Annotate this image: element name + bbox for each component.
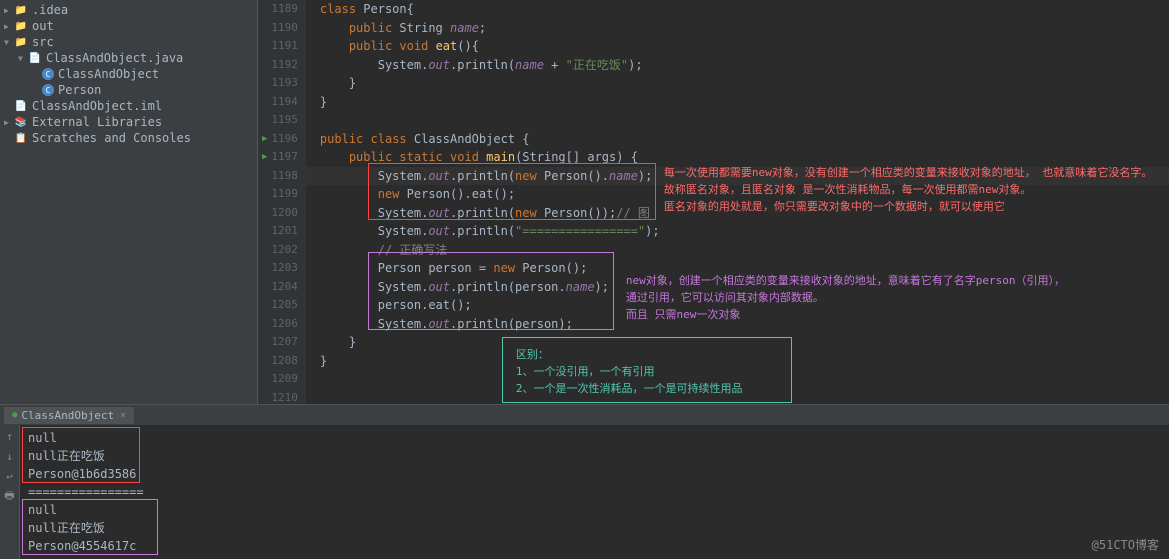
line-num: 1193 xyxy=(271,74,298,93)
line-num: 1207 xyxy=(271,333,298,352)
run-status-icon: ● xyxy=(12,410,17,420)
run-icon[interactable]: ▶ xyxy=(262,148,267,167)
wrap-icon[interactable]: ↩ xyxy=(3,469,17,483)
tree-class[interactable]: C ClassAndObject xyxy=(0,66,257,82)
console-line: null xyxy=(28,429,1161,447)
console-line: Person@1b6d3586 xyxy=(28,465,1161,483)
line-num: 1190 xyxy=(271,19,298,38)
panel-tabs: ● ClassAndObject × xyxy=(0,405,1169,425)
step-icon[interactable]: ↓ xyxy=(3,449,17,463)
line-gutter: 1189 1190 1191 1192 1193 1194 1195 ▶1196… xyxy=(258,0,306,404)
line-num: 1205 xyxy=(271,296,298,315)
step-icon[interactable]: ↑ xyxy=(3,429,17,443)
run-panel: ● ClassAndObject × ↑ ↓ ↩ 🖶 null null正在吃饭… xyxy=(0,404,1169,559)
line-num: 1199 xyxy=(271,185,298,204)
tree-file-java[interactable]: ▼ 📄 ClassAndObject.java xyxy=(0,50,257,66)
print-icon[interactable]: 🖶 xyxy=(3,489,17,503)
line-num: 1206 xyxy=(271,315,298,334)
line-num: 1209 xyxy=(271,370,298,389)
code-content[interactable]: class Person{ public String name; public… xyxy=(306,0,1169,404)
lib-icon: 📚 xyxy=(14,115,28,129)
watermark: @51CTO博客 xyxy=(1092,536,1159,553)
close-icon[interactable]: × xyxy=(120,410,126,421)
console-line: ================ xyxy=(28,483,1161,501)
tree-label: Person xyxy=(58,83,101,97)
tree-external-libs[interactable]: ▶ 📚 External Libraries xyxy=(0,114,257,130)
tree-label: out xyxy=(32,19,54,33)
tree-label: External Libraries xyxy=(32,115,162,129)
console-toolbar: ↑ ↓ ↩ 🖶 xyxy=(0,425,20,559)
java-file-icon: 📄 xyxy=(28,51,42,65)
line-num: 1201 xyxy=(271,222,298,241)
line-num: 1198 xyxy=(271,167,298,186)
code-editor[interactable]: 1189 1190 1191 1192 1193 1194 1195 ▶1196… xyxy=(258,0,1169,404)
panel-tab-label: ClassAndObject xyxy=(21,409,114,422)
line-num: 1191 xyxy=(271,37,298,56)
line-num: 1202 xyxy=(271,241,298,260)
line-num: 1192 xyxy=(271,56,298,75)
folder-icon: 📁 xyxy=(14,35,28,49)
tree-file-iml[interactable]: 📄 ClassAndObject.iml xyxy=(0,98,257,114)
tree-scratches[interactable]: 📋 Scratches and Consoles xyxy=(0,130,257,146)
tree-label: ClassAndObject xyxy=(58,67,159,81)
run-icon[interactable]: ▶ xyxy=(262,130,267,149)
line-num: 1197 xyxy=(271,148,298,167)
chevron-down-icon: ▼ xyxy=(18,54,28,63)
tree-folder-idea[interactable]: ▶ 📁 .idea xyxy=(0,2,257,18)
tree-label: ClassAndObject.java xyxy=(46,51,183,65)
line-num: 1203 xyxy=(271,259,298,278)
console-line: null正在吃饭 xyxy=(28,447,1161,465)
tree-label: ClassAndObject.iml xyxy=(32,99,162,113)
console-line: Person@4554617c xyxy=(28,537,1161,555)
panel-tab-classandobject[interactable]: ● ClassAndObject × xyxy=(4,407,134,424)
line-num: 1196 xyxy=(271,130,298,149)
chevron-right-icon: ▶ xyxy=(4,22,14,31)
chevron-right-icon: ▶ xyxy=(4,118,14,127)
file-icon: 📄 xyxy=(14,99,28,113)
folder-icon: 📁 xyxy=(14,3,28,17)
tree-label: src xyxy=(32,35,54,49)
tree-class[interactable]: C Person xyxy=(0,82,257,98)
tree-label: .idea xyxy=(32,3,68,17)
console-output[interactable]: null null正在吃饭 Person@1b6d3586 ==========… xyxy=(20,425,1169,559)
class-icon: C xyxy=(42,84,54,96)
console-line: null xyxy=(28,501,1161,519)
tree-folder-out[interactable]: ▶ 📁 out xyxy=(0,18,257,34)
tree-label: Scratches and Consoles xyxy=(32,131,191,145)
line-num: 1210 xyxy=(271,389,298,405)
chevron-right-icon: ▶ xyxy=(4,6,14,15)
console-line: null正在吃饭 xyxy=(28,519,1161,537)
folder-icon: 📁 xyxy=(14,19,28,33)
scratches-icon: 📋 xyxy=(14,131,28,145)
class-icon: C xyxy=(42,68,54,80)
line-num: 1208 xyxy=(271,352,298,371)
line-num: 1200 xyxy=(271,204,298,223)
line-num: 1204 xyxy=(271,278,298,297)
line-num: 1194 xyxy=(271,93,298,112)
tree-folder-src[interactable]: ▼ 📁 src xyxy=(0,34,257,50)
project-tree: ▶ 📁 .idea ▶ 📁 out ▼ 📁 src ▼ 📄 ClassAndOb… xyxy=(0,0,258,404)
line-num: 1189 xyxy=(271,0,298,19)
chevron-down-icon: ▼ xyxy=(4,38,14,47)
line-num: 1195 xyxy=(271,111,298,130)
